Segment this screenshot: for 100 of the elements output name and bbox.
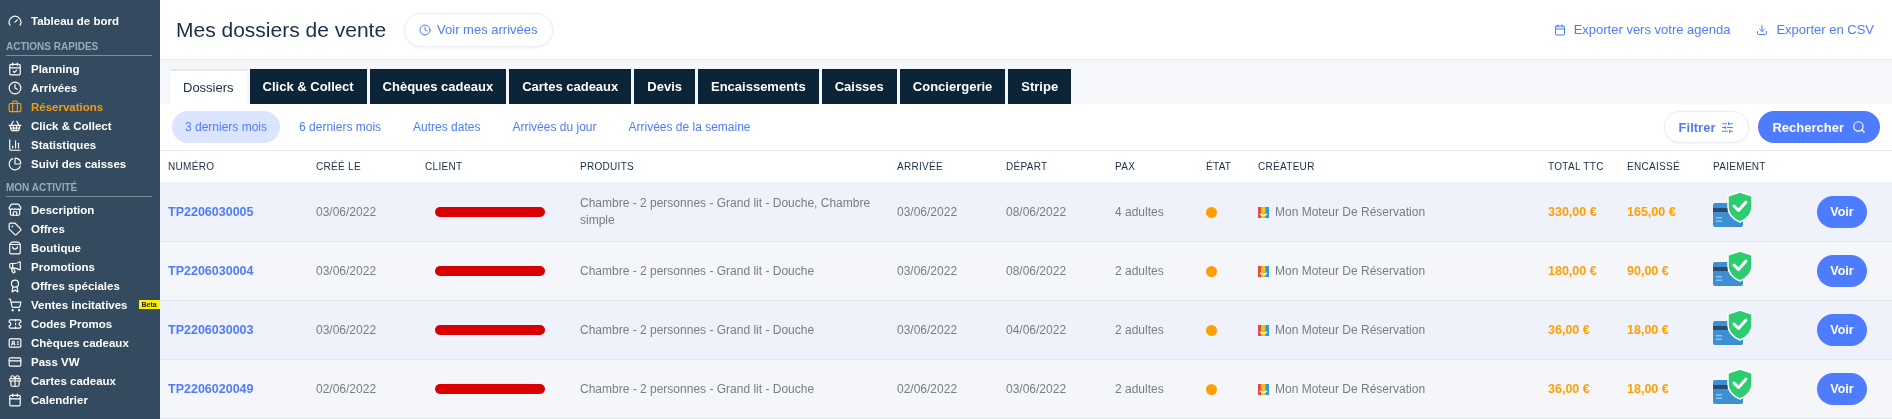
table-cell-text: 03/06/2022 xyxy=(316,262,378,280)
sidebar-section-title: ACTIONS RAPIDES xyxy=(6,36,152,56)
tab[interactable]: Click & Collect xyxy=(249,69,367,104)
sliders-icon xyxy=(1721,120,1735,134)
store-icon xyxy=(8,202,22,217)
column-header: ENCAISSÉ xyxy=(1627,161,1681,172)
total-amount: 330,00 € xyxy=(1548,205,1598,219)
view-button[interactable]: Voir xyxy=(1817,314,1867,346)
table-cell: Mon Moteur De Réservation xyxy=(1275,321,1426,339)
sidebar-item[interactable]: Chèques cadeaux xyxy=(6,333,160,352)
table-cell-text: 2 adultes xyxy=(1115,380,1165,398)
period-filter[interactable]: Arrivées du jour xyxy=(499,111,610,143)
sidebar-item[interactable]: Cartes cadeaux xyxy=(6,371,160,390)
sidebar-item[interactable]: Click & Collect xyxy=(6,116,160,135)
view-button[interactable]: Voir xyxy=(1817,255,1867,287)
sidebar-item[interactable]: Calendrier xyxy=(6,390,160,409)
basket-icon xyxy=(8,118,22,133)
table-cell-text: 04/06/2022 xyxy=(1006,321,1068,339)
view-button[interactable]: Voir xyxy=(1817,373,1867,405)
sidebar-item[interactable]: Pass VW xyxy=(6,352,160,371)
sidebar-item-label: Boutique xyxy=(31,241,81,254)
voucher-icon xyxy=(8,335,22,350)
sidebar-item[interactable]: Tableau de bord xyxy=(6,10,160,32)
sidebar-item[interactable]: Offres xyxy=(6,219,160,238)
sidebar-item[interactable]: Arrivées xyxy=(6,78,160,97)
clock-icon xyxy=(419,23,432,36)
gift-icon xyxy=(8,373,22,388)
filter-button[interactable]: Filtrer xyxy=(1663,111,1750,143)
sidebar-item-label: Pass VW xyxy=(31,355,80,368)
tab[interactable]: Dossiers xyxy=(170,69,247,104)
sidebar-item[interactable]: Description xyxy=(6,200,160,219)
table-cell-text: 02/06/2022 xyxy=(897,380,959,398)
tab[interactable]: Devis xyxy=(634,69,695,104)
table-cell-text: 03/06/2022 xyxy=(316,321,378,339)
table-cell: Mon Moteur De Réservation xyxy=(1275,380,1426,398)
column-header: CRÉÉ LE xyxy=(316,161,362,172)
period-filter[interactable]: Autres dates xyxy=(400,111,494,143)
clock-icon xyxy=(8,80,22,95)
table-cell-text: 08/06/2022 xyxy=(1006,203,1068,221)
table-cell-text: 03/06/2022 xyxy=(897,262,959,280)
gauge-icon xyxy=(8,14,22,28)
column-header: ARRIVÉE xyxy=(897,161,944,172)
sidebar-item-label: Statistiques xyxy=(31,138,97,151)
table-cell: Mon Moteur De Réservation xyxy=(1275,203,1426,221)
sidebar-item[interactable]: Réservations xyxy=(6,97,160,116)
megaphone-icon xyxy=(8,259,22,274)
sidebar-item[interactable]: Offres spéciales xyxy=(6,276,160,295)
table-cell-text: Chambre - 2 personnes - Grand lit - Douche xyxy=(580,262,816,280)
tab[interactable]: Caisses xyxy=(821,69,897,104)
tag-icon xyxy=(8,221,22,236)
sidebar-item-label: Promotions xyxy=(31,260,95,273)
sidebar-item-label: Ventes incitatives xyxy=(31,298,128,311)
sidebar-item[interactable]: Boutique xyxy=(6,238,160,257)
sidebar-section-title: MON ACTIVITÉ xyxy=(6,177,152,197)
table-cell-text: 03/06/2022 xyxy=(1006,380,1068,398)
sidebar-item-label: Réservations xyxy=(31,100,104,113)
sidebar-item[interactable]: Suivi des caisses xyxy=(6,154,160,173)
view-button[interactable]: Voir xyxy=(1817,196,1867,228)
sidebar-item-label: Suivi des caisses xyxy=(31,157,127,170)
tab[interactable]: Chèques cadeaux xyxy=(369,69,507,104)
sidebar-item[interactable]: Statistiques xyxy=(6,135,160,154)
period-filter[interactable]: Arrivées de la semaine xyxy=(615,111,764,143)
sidebar-item-label: Description xyxy=(31,203,95,216)
sidebar-item-label: Offres xyxy=(31,222,65,235)
page-title: Mes dossiers de vente xyxy=(176,17,387,42)
sidebar-item[interactable]: Codes Promos xyxy=(6,314,160,333)
table-cell-text: 02/06/2022 xyxy=(316,380,378,398)
cart-icon xyxy=(8,297,22,312)
total-amount: 36,00 € xyxy=(1548,382,1591,396)
table-cell-text: Chambre - 2 personnes - Grand lit - Douche xyxy=(580,380,816,398)
calendar-icon xyxy=(1553,23,1566,36)
export-link[interactable]: Exporter en CSV xyxy=(1756,22,1874,37)
search-icon xyxy=(1852,120,1866,134)
download-icon xyxy=(1756,23,1769,36)
arrivals-button[interactable]: Voir mes arrivées xyxy=(404,12,553,47)
collected-amount: 165,00 € xyxy=(1627,205,1677,219)
column-header: PRODUITS xyxy=(580,161,636,172)
tab[interactable]: Encaissements xyxy=(698,69,819,104)
period-filter[interactable]: 6 derniers mois xyxy=(286,111,395,143)
sidebar-item-label: Click & Collect xyxy=(31,119,112,132)
award-icon xyxy=(8,278,22,293)
sidebar-item[interactable]: Promotions xyxy=(6,257,160,276)
sidebar-item[interactable]: Planning xyxy=(6,59,160,78)
search-button[interactable]: Rechercher xyxy=(1758,111,1880,143)
table-cell-text: 08/06/2022 xyxy=(1006,262,1068,280)
collected-amount: 18,00 € xyxy=(1627,323,1670,337)
column-header: NUMÉRO xyxy=(168,161,216,172)
tab[interactable]: Conciergerie xyxy=(899,69,1006,104)
tab[interactable]: Cartes cadeaux xyxy=(509,69,632,104)
column-header: TOTAL TTC xyxy=(1548,161,1605,172)
tab[interactable]: Stripe xyxy=(1008,69,1072,104)
pie-chart-icon xyxy=(8,156,22,171)
column-header: DÉPART xyxy=(1006,161,1049,172)
column-header: PAX xyxy=(1115,161,1137,172)
export-link[interactable]: Exporter vers votre agenda xyxy=(1553,22,1731,37)
column-header: CRÉATEUR xyxy=(1258,161,1316,172)
sidebar-item-label: Calendrier xyxy=(31,393,88,406)
ticket-icon xyxy=(8,316,22,331)
creator-logo-icon xyxy=(1258,206,1269,218)
sidebar-item-label: Arrivées xyxy=(31,81,78,94)
